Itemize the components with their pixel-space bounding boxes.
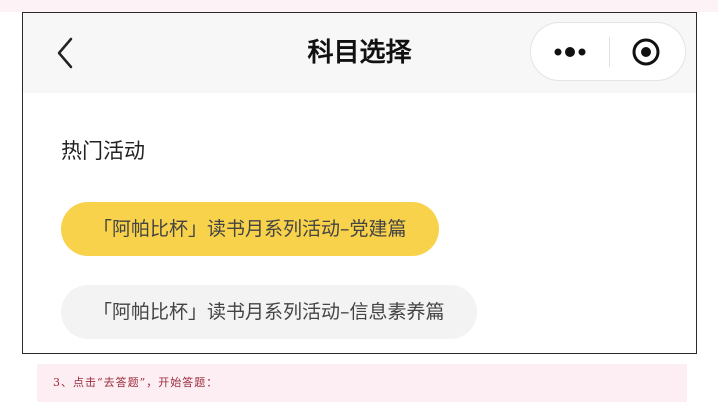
instruction-note: 3、点击“去答题”，开始答题： [37, 364, 687, 402]
activity-item-party-building[interactable]: 「阿帕比杯」读书月系列活动–党建篇 [61, 202, 439, 256]
phone-screen: 科目选择 热门活动 「阿帕比杯」读书月系列活动–党建篇 「阿帕比杯」读书月系列活… [22, 12, 697, 354]
section-title-hot-activities: 热门活动 [61, 139, 145, 163]
more-button[interactable] [531, 23, 608, 80]
close-mini-program-button[interactable] [610, 23, 685, 80]
instruction-text: 3、点击“去答题”，开始答题： [53, 376, 219, 389]
target-circle-icon [632, 38, 660, 66]
mini-program-capsule [530, 22, 686, 81]
page-background-strip [0, 0, 718, 12]
navigation-bar: 科目选择 [23, 13, 696, 93]
activity-item-information-literacy[interactable]: 「阿帕比杯」读书月系列活动–信息素养篇 [61, 285, 477, 339]
more-dots-icon [554, 47, 586, 57]
